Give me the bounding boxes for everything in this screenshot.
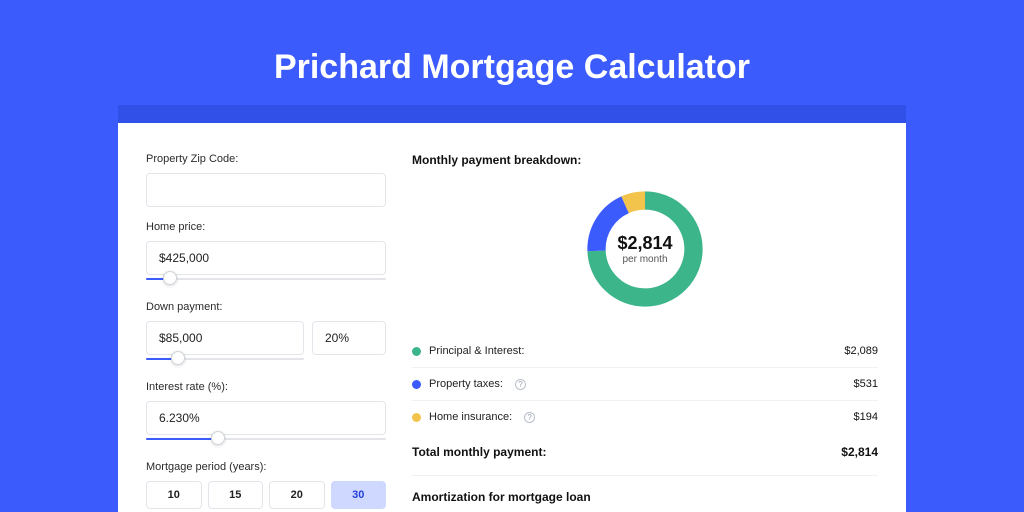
total-value: $2,814 (841, 445, 878, 459)
period-label: Mortgage period (years): (146, 461, 386, 473)
period-group: Mortgage period (years): 10152030 (146, 461, 386, 509)
zip-group: Property Zip Code: (146, 153, 386, 207)
legend-value: $194 (854, 411, 878, 423)
calculator-card: Property Zip Code: Home price: Down paym… (118, 123, 906, 512)
legend: Principal & Interest: $2,089 Property taxe… (412, 335, 878, 433)
amortization-title: Amortization for mortgage loan (412, 490, 878, 504)
breakdown-column: Monthly payment breakdown: $2,814 per mo… (412, 153, 878, 512)
rate-slider[interactable] (146, 435, 386, 447)
tab-strip (118, 105, 906, 123)
legend-label: Principal & Interest: (429, 345, 524, 357)
down-label: Down payment: (146, 301, 386, 313)
legend-value: $531 (854, 378, 878, 390)
price-label: Home price: (146, 221, 386, 233)
legend-label: Home insurance: (429, 411, 512, 423)
period-button-15[interactable]: 15 (208, 481, 264, 509)
page-title: Prichard Mortgage Calculator (0, 0, 1024, 105)
donut-wrap: $2,814 per month (412, 185, 878, 313)
donut-amount: $2,814 (617, 233, 672, 254)
period-button-30[interactable]: 30 (331, 481, 387, 509)
zip-input[interactable] (146, 173, 386, 207)
price-input[interactable] (146, 241, 386, 275)
total-label: Total monthly payment: (412, 445, 546, 459)
slider-track (146, 278, 386, 280)
period-button-20[interactable]: 20 (269, 481, 325, 509)
donut-sub: per month (622, 254, 667, 265)
down-percent-input[interactable] (312, 321, 386, 355)
rate-input[interactable] (146, 401, 386, 435)
period-buttons: 10152030 (146, 481, 386, 509)
legend-row: Home insurance:? $194 (412, 401, 878, 433)
legend-label: Property taxes: (429, 378, 503, 390)
total-row: Total monthly payment: $2,814 (412, 433, 878, 475)
breakdown-title: Monthly payment breakdown: (412, 153, 878, 167)
zip-label: Property Zip Code: (146, 153, 386, 165)
legend-row: Principal & Interest: $2,089 (412, 335, 878, 368)
legend-value: $2,089 (844, 345, 878, 357)
amortization-section: Amortization for mortgage loan Amortizat… (412, 475, 878, 512)
legend-dot (412, 413, 421, 422)
slider-thumb[interactable] (171, 351, 185, 365)
slider-thumb[interactable] (163, 271, 177, 285)
slider-fill (146, 438, 218, 440)
legend-row: Property taxes:? $531 (412, 368, 878, 401)
rate-label: Interest rate (%): (146, 381, 386, 393)
rate-group: Interest rate (%): (146, 381, 386, 447)
donut-chart: $2,814 per month (581, 185, 709, 313)
info-icon[interactable]: ? (515, 379, 526, 390)
slider-thumb[interactable] (211, 431, 225, 445)
donut-center: $2,814 per month (581, 185, 709, 313)
info-icon[interactable]: ? (524, 412, 535, 423)
down-group: Down payment: (146, 301, 386, 367)
inputs-column: Property Zip Code: Home price: Down paym… (146, 153, 386, 512)
down-slider[interactable] (146, 355, 304, 367)
legend-dot (412, 380, 421, 389)
price-slider[interactable] (146, 275, 386, 287)
price-group: Home price: (146, 221, 386, 287)
period-button-10[interactable]: 10 (146, 481, 202, 509)
page-background: Prichard Mortgage Calculator Property Zi… (0, 0, 1024, 512)
down-amount-input[interactable] (146, 321, 304, 355)
legend-dot (412, 347, 421, 356)
